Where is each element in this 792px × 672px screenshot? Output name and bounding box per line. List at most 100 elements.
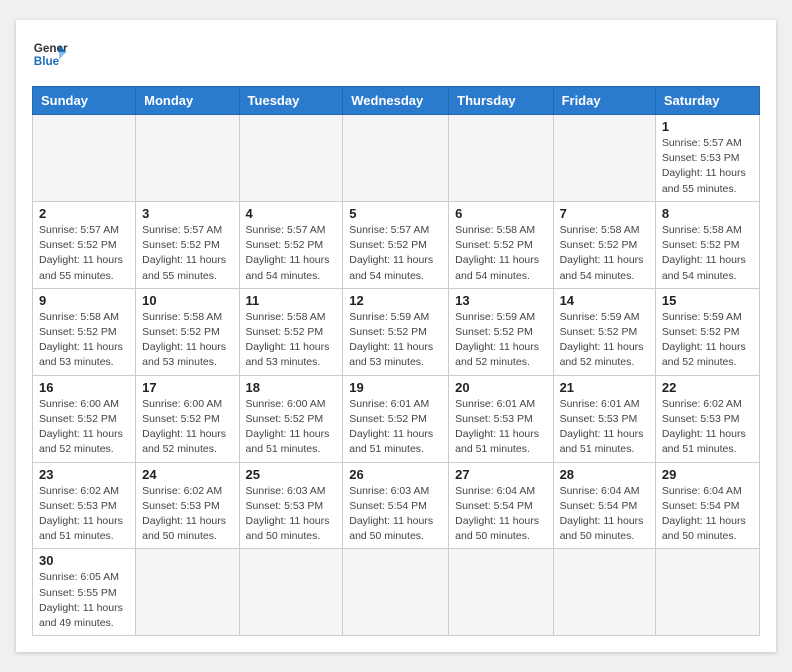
day-info: Sunrise: 6:02 AMSunset: 5:53 PMDaylight:… <box>142 484 232 545</box>
calendar-day: 5Sunrise: 5:57 AMSunset: 5:52 PMDaylight… <box>343 201 449 288</box>
calendar-day: 13 Sunrise: 5:59 AMSunset: 5:52 PMDayligh… <box>449 288 553 375</box>
day-info: Sunrise: 6:04 AMSunset: 5:54 PMDaylight:… <box>662 484 753 545</box>
day-info: Sunrise: 6:04 AMSunset: 5:54 PMDaylight:… <box>560 484 649 545</box>
calendar-day <box>136 549 239 636</box>
logo-icon: General Blue <box>32 36 68 72</box>
calendar-day <box>655 549 759 636</box>
day-info: Sunrise: 6:01 AMSunset: 5:53 PMDaylight:… <box>455 397 546 458</box>
day-number: 13 <box>455 293 546 308</box>
day-number: 18 <box>246 380 337 395</box>
day-number: 26 <box>349 467 442 482</box>
calendar-body: 1 Sunrise: 5:57 AMSunset: 5:53 PMDaylight… <box>33 115 760 636</box>
calendar-day: 15Sunrise: 5:59 AMSunset: 5:52 PMDayligh… <box>655 288 759 375</box>
weekday-header-saturday: Saturday <box>655 87 759 115</box>
calendar-day <box>553 115 655 202</box>
calendar-day: 25 Sunrise: 6:03 AMSunset: 5:53 PMDayligh… <box>239 462 343 549</box>
calendar-day: 17 Sunrise: 6:00 AMSunset: 5:52 PMDayligh… <box>136 375 239 462</box>
day-number: 22 <box>662 380 753 395</box>
calendar-day <box>239 115 343 202</box>
day-info: Sunrise: 6:00 AMSunset: 5:52 PMDaylight:… <box>142 397 232 458</box>
day-number: 11 <box>246 293 337 308</box>
day-number: 25 <box>246 467 337 482</box>
day-info: Sunrise: 6:00 AMSunset: 5:52 PMDaylight:… <box>246 397 337 458</box>
calendar-day: 20 Sunrise: 6:01 AMSunset: 5:53 PMDayligh… <box>449 375 553 462</box>
calendar-day <box>553 549 655 636</box>
day-number: 10 <box>142 293 232 308</box>
day-info: Sunrise: 6:02 AMSunset: 5:53 PMDaylight:… <box>662 397 753 458</box>
weekday-header-sunday: Sunday <box>33 87 136 115</box>
day-number: 17 <box>142 380 232 395</box>
calendar-table: SundayMondayTuesdayWednesdayThursdayFrid… <box>32 86 760 636</box>
day-info: Sunrise: 5:57 AMSunset: 5:52 PMDaylight:… <box>39 223 129 284</box>
calendar-day: 11 Sunrise: 5:58 AMSunset: 5:52 PMDayligh… <box>239 288 343 375</box>
day-number: 16 <box>39 380 129 395</box>
calendar-day: 18 Sunrise: 6:00 AMSunset: 5:52 PMDayligh… <box>239 375 343 462</box>
day-number: 23 <box>39 467 129 482</box>
day-number: 5 <box>349 206 442 221</box>
calendar-day: 24Sunrise: 6:02 AMSunset: 5:53 PMDayligh… <box>136 462 239 549</box>
svg-text:Blue: Blue <box>34 55 60 68</box>
weekday-header-thursday: Thursday <box>449 87 553 115</box>
weekday-header-row: SundayMondayTuesdayWednesdayThursdayFrid… <box>33 87 760 115</box>
calendar-day: 3Sunrise: 5:57 AMSunset: 5:52 PMDaylight… <box>136 201 239 288</box>
calendar-day: 28Sunrise: 6:04 AMSunset: 5:54 PMDayligh… <box>553 462 655 549</box>
calendar-week-3: 16 Sunrise: 6:00 AMSunset: 5:52 PMDayligh… <box>33 375 760 462</box>
day-info: Sunrise: 5:59 AMSunset: 5:52 PMDaylight:… <box>560 310 649 371</box>
day-number: 30 <box>39 553 129 568</box>
calendar-day: 30 Sunrise: 6:05 AMSunset: 5:55 PMDayligh… <box>33 549 136 636</box>
day-info: Sunrise: 5:59 AMSunset: 5:52 PMDaylight:… <box>455 310 546 371</box>
day-info: Sunrise: 5:58 AMSunset: 5:52 PMDaylight:… <box>560 223 649 284</box>
day-info: Sunrise: 5:57 AMSunset: 5:53 PMDaylight:… <box>662 136 753 197</box>
day-info: Sunrise: 5:58 AMSunset: 5:52 PMDaylight:… <box>246 310 337 371</box>
day-info: Sunrise: 6:00 AMSunset: 5:52 PMDaylight:… <box>39 397 129 458</box>
calendar-day <box>239 549 343 636</box>
calendar-week-2: 9Sunrise: 5:58 AMSunset: 5:52 PMDaylight… <box>33 288 760 375</box>
day-info: Sunrise: 6:05 AMSunset: 5:55 PMDaylight:… <box>39 570 129 631</box>
weekday-header-tuesday: Tuesday <box>239 87 343 115</box>
day-info: Sunrise: 5:59 AMSunset: 5:52 PMDaylight:… <box>662 310 753 371</box>
day-number: 27 <box>455 467 546 482</box>
calendar-day <box>343 115 449 202</box>
day-number: 19 <box>349 380 442 395</box>
calendar-day <box>33 115 136 202</box>
day-info: Sunrise: 5:59 AMSunset: 5:52 PMDaylight:… <box>349 310 442 371</box>
day-info: Sunrise: 5:58 AMSunset: 5:52 PMDaylight:… <box>662 223 753 284</box>
calendar-day: 1 Sunrise: 5:57 AMSunset: 5:53 PMDaylight… <box>655 115 759 202</box>
day-info: Sunrise: 5:58 AMSunset: 5:52 PMDaylight:… <box>455 223 546 284</box>
calendar-day: 19Sunrise: 6:01 AMSunset: 5:52 PMDayligh… <box>343 375 449 462</box>
calendar-day <box>449 115 553 202</box>
calendar-day: 23 Sunrise: 6:02 AMSunset: 5:53 PMDayligh… <box>33 462 136 549</box>
weekday-header-monday: Monday <box>136 87 239 115</box>
calendar-day <box>136 115 239 202</box>
calendar-day: 21Sunrise: 6:01 AMSunset: 5:53 PMDayligh… <box>553 375 655 462</box>
day-info: Sunrise: 6:03 AMSunset: 5:53 PMDaylight:… <box>246 484 337 545</box>
day-number: 29 <box>662 467 753 482</box>
calendar-day: 14 Sunrise: 5:59 AMSunset: 5:52 PMDayligh… <box>553 288 655 375</box>
calendar-container: General Blue SundayMondayTuesdayWednesda… <box>16 20 776 652</box>
day-number: 6 <box>455 206 546 221</box>
day-number: 7 <box>560 206 649 221</box>
day-info: Sunrise: 6:01 AMSunset: 5:53 PMDaylight:… <box>560 397 649 458</box>
calendar-week-1: 2 Sunrise: 5:57 AMSunset: 5:52 PMDaylight… <box>33 201 760 288</box>
day-info: Sunrise: 5:58 AMSunset: 5:52 PMDaylight:… <box>39 310 129 371</box>
calendar-week-4: 23 Sunrise: 6:02 AMSunset: 5:53 PMDayligh… <box>33 462 760 549</box>
day-number: 3 <box>142 206 232 221</box>
calendar-week-0: 1 Sunrise: 5:57 AMSunset: 5:53 PMDaylight… <box>33 115 760 202</box>
calendar-day <box>449 549 553 636</box>
day-number: 1 <box>662 119 753 134</box>
day-number: 4 <box>246 206 337 221</box>
calendar-day: 16 Sunrise: 6:00 AMSunset: 5:52 PMDayligh… <box>33 375 136 462</box>
day-number: 20 <box>455 380 546 395</box>
day-info: Sunrise: 6:02 AMSunset: 5:53 PMDaylight:… <box>39 484 129 545</box>
day-number: 14 <box>560 293 649 308</box>
calendar-header: General Blue <box>32 36 760 72</box>
day-number: 8 <box>662 206 753 221</box>
day-number: 2 <box>39 206 129 221</box>
calendar-day: 26Sunrise: 6:03 AMSunset: 5:54 PMDayligh… <box>343 462 449 549</box>
logo: General Blue <box>32 36 68 72</box>
calendar-day: 2 Sunrise: 5:57 AMSunset: 5:52 PMDaylight… <box>33 201 136 288</box>
calendar-week-5: 30 Sunrise: 6:05 AMSunset: 5:55 PMDayligh… <box>33 549 760 636</box>
calendar-day: 6 Sunrise: 5:58 AMSunset: 5:52 PMDaylight… <box>449 201 553 288</box>
calendar-day: 29 Sunrise: 6:04 AMSunset: 5:54 PMDayligh… <box>655 462 759 549</box>
calendar-day: 12Sunrise: 5:59 AMSunset: 5:52 PMDayligh… <box>343 288 449 375</box>
